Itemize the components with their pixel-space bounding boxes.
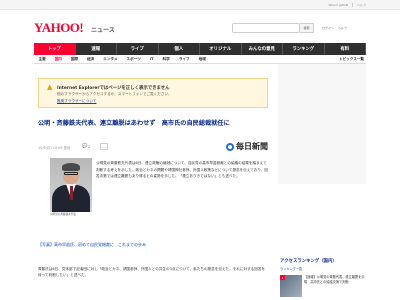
source-logo[interactable]: 毎日新聞: [226, 141, 268, 152]
gnav-ranking[interactable]: ランキング: [283, 43, 325, 55]
subnav-science[interactable]: 科学: [158, 57, 174, 62]
source-name: 毎日新聞: [236, 142, 268, 151]
utility-links: Yahoo! JAPAN ヘルプ: [328, 3, 366, 7]
comment-icon[interactable]: 💬: [82, 144, 87, 149]
ranking-item[interactable]: 1 【速報】公明党の斉藤代表、連立離脱を示唆 高市氏との協議次第で判断: [280, 275, 366, 300]
related-link[interactable]: 【写真】高市早苗氏、初めて自民党総裁に これまでの歩み: [38, 242, 270, 248]
gnav-top[interactable]: トップ: [34, 43, 76, 55]
notice-body: 他のブラウザーからアクセスするか、スマートフォンでご覧ください。: [57, 92, 172, 96]
comment-count[interactable]: 2: [88, 145, 90, 149]
ranking-list-link[interactable]: ランキング一覧: [280, 266, 302, 271]
subnav-it[interactable]: IT: [145, 57, 158, 61]
gnav-paid[interactable]: 有料: [324, 43, 366, 55]
article-main: ▲ Internet Explorerではページを正しく表示できません 他のブラ…: [34, 64, 272, 300]
subnav-international[interactable]: 国際: [66, 57, 82, 62]
yahoo-japan-link[interactable]: Yahoo! JAPAN: [328, 3, 348, 7]
subnav-sports[interactable]: スポーツ: [122, 57, 145, 62]
rank-number: 1: [280, 275, 285, 280]
article-body: 公明党の斉藤鉄夫代表は6日、連立政権の継続について、自民党の高市早苗総裁との協議…: [96, 161, 268, 179]
subnav-local[interactable]: 地域: [194, 57, 210, 62]
article-paragraph-2: 斉藤氏は6日、党本部で記者団に対し「政治とカネ、靖国参拝、外国人との共生の3点に…: [38, 267, 266, 278]
gnav-opinions[interactable]: みんなの意見: [241, 43, 283, 55]
login-link[interactable]: ログイン: [322, 26, 334, 30]
more-button[interactable]: …: [100, 143, 108, 150]
subnav-main[interactable]: 主要: [34, 57, 50, 62]
mainichi-mark-icon: [226, 142, 234, 151]
ranking-title: アクセスランキング（国内）: [280, 259, 337, 264]
subnav-life[interactable]: ライフ: [174, 57, 194, 62]
ranking-item-text: 【速報】公明党の斉藤代表、連立離脱を示唆 高市氏との協議次第で判断: [304, 275, 365, 284]
notice-title: Internet Explorerではページを正しく表示できません: [57, 86, 170, 91]
search-button[interactable]: 検索: [300, 23, 314, 33]
gnav-live[interactable]: ライブ: [117, 43, 159, 55]
portrait-photo: [50, 158, 92, 212]
subnav-entertainment[interactable]: エンタメ: [99, 57, 122, 62]
help-link[interactable]: ヘルプ: [351, 3, 366, 7]
top-utility-bar: Yahoo! JAPAN ヘルプ: [0, 0, 400, 10]
header-help-link[interactable]: ヘルプ: [338, 26, 347, 30]
topics-list-link[interactable]: トピックス一覧: [339, 57, 366, 62]
right-sidebar: アクセスランキング（国内） ランキング一覧 1 【速報】公明党の斉藤代表、連立離…: [278, 64, 366, 300]
gnav-original[interactable]: オリジナル: [200, 43, 242, 55]
news-logo-label[interactable]: ニュース: [91, 25, 115, 34]
warning-icon: ▲: [47, 83, 53, 91]
recommended-browser-link[interactable]: 推奨ブラウザーについて: [57, 99, 96, 104]
yahoo-logo[interactable]: YAHOO!: [34, 20, 84, 36]
subnav-domestic[interactable]: 国内: [50, 57, 66, 62]
header-links: ログイン ヘルプ: [322, 26, 347, 30]
photo-caption: 公明党の斉藤鉄夫代表: [50, 213, 76, 216]
publish-date: 10/6(月) 19:06 配信: [38, 146, 71, 150]
global-nav: トップ 速報 ライブ 個人 オリジナル みんなの意見 ランキング 有料: [34, 43, 366, 55]
site-header: YAHOO! ニュース 検索 ログイン ヘルプ: [0, 10, 400, 42]
browser-notice: ▲ Internet Explorerではページを正しく表示できません 他のブラ…: [38, 78, 268, 108]
article-headline: 公明・斉藤鉄夫代表、連立離脱はあわせず 高市氏の自民総裁就任に: [38, 120, 230, 127]
category-subnav: 主要 国内 国際 経済 エンタメ スポーツ IT 科学 ライフ 地域 トピックス…: [34, 55, 366, 64]
ad-area: [278, 64, 366, 184]
search-input[interactable]: [232, 23, 300, 33]
gnav-breaking[interactable]: 速報: [75, 43, 117, 55]
subnav-economy[interactable]: 経済: [83, 57, 99, 62]
article-photo[interactable]: 公明党の斉藤鉄夫代表: [50, 158, 92, 222]
gnav-individual[interactable]: 個人: [158, 43, 200, 55]
article-meta: 10/6(月) 19:06 配信 💬 2 … 毎日新聞: [38, 141, 270, 155]
